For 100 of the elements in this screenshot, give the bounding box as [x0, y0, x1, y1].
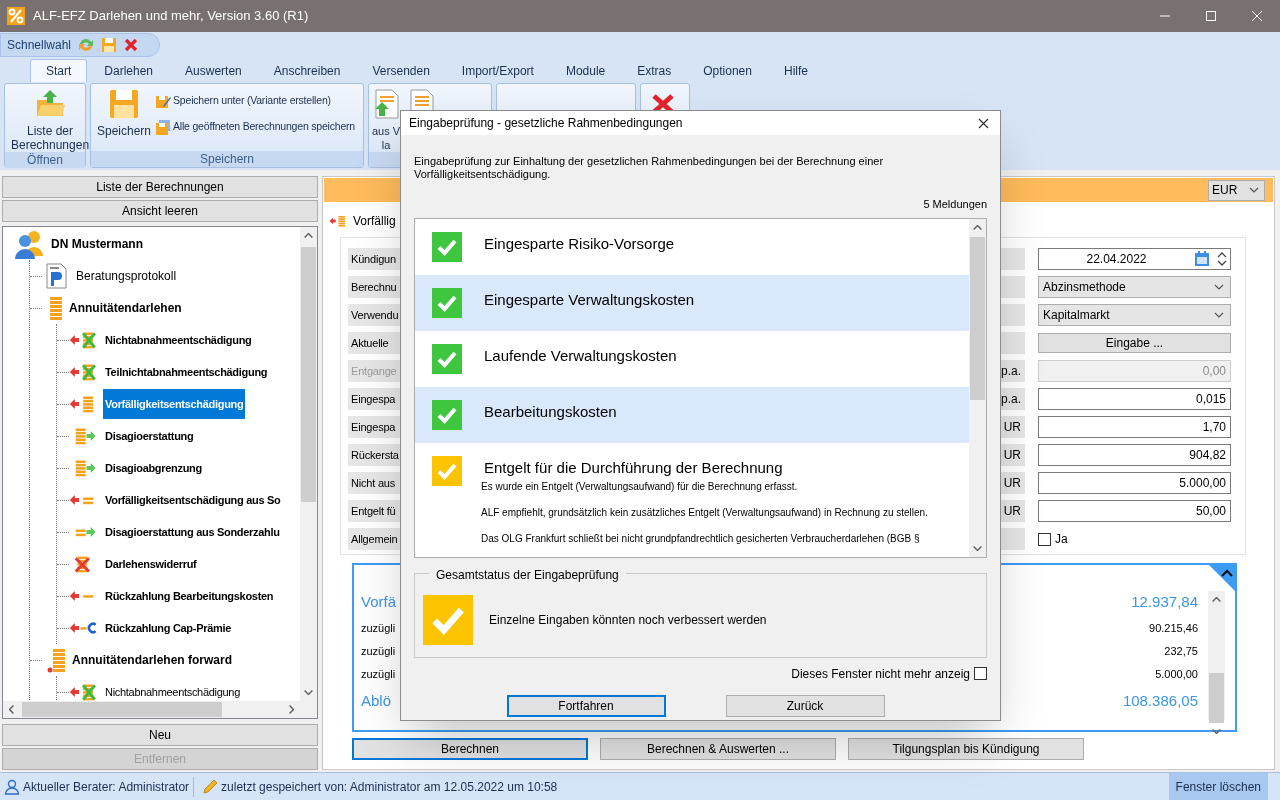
sidebar-button[interactable]: Neu [2, 724, 318, 746]
tree-item[interactable]: Annuitätendarlehen [67, 293, 184, 323]
message-text: Das OLG Frankfurt schließt bei nicht grundpfandrechtlich gesicherten Verbraucherdarlehen (BGB § [481, 531, 921, 545]
dialog-button[interactable]: Fortfahren [506, 694, 666, 717]
action-button[interactable]: Berechnen & Auswerten ... [600, 738, 836, 760]
dropdown[interactable]: Abzinsmethode [1038, 276, 1231, 298]
tree-item[interactable]: Vorfälligkeitsentschädigung aus So [103, 485, 283, 515]
ribbon-tab[interactable]: Module [550, 59, 621, 82]
result-label: zuzügli [361, 644, 396, 660]
ribbon-tab[interactable]: Anschreiben [258, 59, 356, 82]
ribbon-tab[interactable]: Optionen [688, 59, 767, 82]
tree-item[interactable]: Nichtabnahmeentschädigung [103, 325, 254, 355]
tree-item[interactable]: Disagioerstattung [103, 421, 196, 451]
unit-label: p.a. [1001, 363, 1021, 380]
input-field[interactable]: 904,82 [1038, 444, 1231, 466]
action-button[interactable]: Berechnen [352, 738, 588, 760]
field-label: Allgemein [351, 531, 398, 547]
ribbon-button[interactable]: Speichern [93, 84, 156, 138]
dropdown[interactable]: Kapitalmarkt [1038, 304, 1231, 326]
scrollbar-thumb[interactable] [22, 702, 222, 717]
input-field[interactable]: 1,70 [1038, 416, 1231, 438]
delete-icon [123, 36, 140, 53]
check-icon [423, 595, 473, 645]
message-text: ALF empfiehlt, grundsätzlich kein zusätzliches Entgelt (Verwaltungsaufwand) in Rechnung zu stellen. [481, 505, 928, 519]
scroll-down-icon [304, 690, 313, 695]
tree-item[interactable]: DN Mustermann [49, 229, 145, 259]
scroll-up-icon [1212, 597, 1221, 602]
result-value: 5.000,00 [1155, 667, 1198, 683]
checkbox[interactable] [1038, 532, 1051, 546]
checkbox-label: Ja [1055, 531, 1068, 548]
currency-value: EUR [1212, 182, 1238, 199]
ribbon-tab[interactable]: Import/Export [446, 59, 549, 82]
tree-item[interactable]: Rückzahlung Bearbeitungskosten [103, 581, 276, 611]
tree-item[interactable]: Vorfälligkeitsentschädigung [103, 389, 246, 419]
tree-item[interactable]: Rückzahlung Cap-Prämie [103, 613, 234, 643]
dialog-button[interactable]: Zurück [725, 694, 885, 717]
field-label: Aktuelle [351, 335, 389, 351]
field-label: Rückersta [351, 447, 399, 463]
ribbon-tab[interactable]: Extras [622, 59, 687, 82]
close-icon [977, 117, 989, 129]
result-value: 232,75 [1164, 644, 1198, 660]
checkbox[interactable] [974, 667, 987, 680]
tree-item[interactable]: Nichtabnahmeentschädigung [103, 677, 242, 701]
input-field[interactable]: 5.000,00 [1038, 472, 1231, 494]
message-title: Laufende Verwaltungskosten [484, 345, 677, 366]
input-field[interactable]: 50,00 [1038, 500, 1231, 522]
scrollbar-thumb[interactable] [1209, 673, 1224, 723]
scroll-up-icon [973, 224, 982, 230]
ribbon-button[interactable]: Alle geöffneten Berechnungen speichern [155, 116, 355, 138]
field-label: Entgange [351, 363, 397, 379]
tree-item[interactable]: Darlehenswiderruf [103, 549, 199, 579]
scroll-right-icon [289, 705, 294, 714]
status-text: Aktueller Berater: Administrator [23, 778, 190, 796]
ribbon-tab[interactable]: Hilfe [768, 59, 823, 82]
status-button[interactable]: Fenster löschen [1168, 773, 1268, 800]
action-button[interactable]: Tilgungsplan bis Kündigung [848, 738, 1084, 760]
result-label: Vorfä [361, 591, 397, 612]
check-icon [432, 231, 462, 262]
close-icon [1251, 10, 1263, 22]
scrollbar-thumb[interactable] [970, 236, 985, 400]
user-icon [4, 778, 20, 795]
date-value: 22.04.2022 [1085, 251, 1148, 268]
checkbox-label: Dieses Fenster nicht mehr anzeig [791, 665, 970, 683]
input-button[interactable]: Eingabe ... [1038, 333, 1231, 353]
ribbon-tab[interactable]: Auswerten [170, 59, 257, 82]
message-count: 5 Meldungen [923, 197, 987, 212]
tree-item[interactable]: Disagioabgrenzung [103, 453, 204, 483]
ribbon-tab[interactable]: Darlehen [89, 59, 169, 82]
tree-item[interactable]: Beratungsprotokoll [74, 261, 179, 291]
tree-item[interactable]: Disagioerstattung aus Sonderzahlu [103, 517, 282, 547]
people-icon [13, 228, 45, 260]
unit-label: p.a. [1001, 391, 1021, 408]
scroll-left-icon [9, 705, 14, 714]
collapse-button[interactable] [1207, 563, 1237, 593]
scrollbar-thumb[interactable] [301, 247, 316, 502]
ribbon-tab[interactable]: Versenden [357, 59, 445, 82]
calendar-icon [1194, 251, 1210, 267]
sidebar-button[interactable]: Liste der Berechnungen [2, 176, 318, 198]
spinner-icon [1216, 250, 1228, 268]
tree-item[interactable]: Teilnichtabnahmeentschädigung [103, 357, 270, 387]
currency-select[interactable]: EUR [1208, 179, 1265, 201]
result-value: 12.937,84 [1131, 591, 1198, 612]
date-field[interactable]: 22.04.2022 [1038, 248, 1231, 270]
input-field[interactable]: 0,015 [1038, 388, 1231, 410]
ribbon-button[interactable]: Speichern unter (Variante erstellen) [155, 90, 355, 112]
scrollbar[interactable] [3, 701, 317, 718]
floppy-pencil-icon [155, 93, 172, 109]
quick-access-label: Schnellwahl [7, 36, 72, 54]
tree-item[interactable]: Annuitätendarlehen forward [70, 645, 234, 675]
ribbon-tab[interactable]: Start [30, 59, 88, 82]
scrollbar[interactable] [300, 227, 317, 701]
ribbon-button[interactable]: aus V la [371, 84, 401, 152]
check-icon [432, 287, 462, 318]
result-label: Ablö [361, 690, 392, 711]
unit-label: UR [1003, 419, 1021, 436]
sidebar-button[interactable]: Ansicht leeren [2, 200, 318, 222]
result-value: 108.386,05 [1122, 690, 1198, 711]
field-label: Eingespa [351, 391, 396, 407]
scrollbar[interactable] [969, 218, 986, 557]
document-tab[interactable]: Vorfällig [353, 212, 396, 230]
